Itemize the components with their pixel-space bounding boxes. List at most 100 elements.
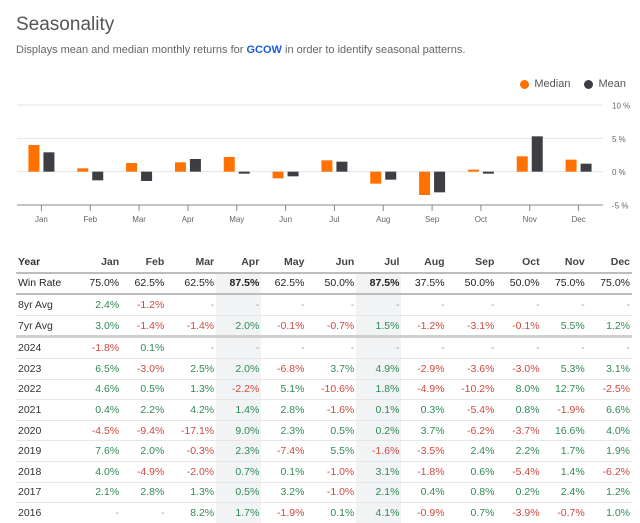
column-header-apr[interactable]: Apr: [216, 252, 262, 274]
cell-apr: -: [216, 336, 262, 359]
cell-jul: 4.1%: [356, 502, 402, 523]
seasonality-chart: 10 % 5 % 0 % -5 % Jan Feb Mar Apr May Jun Jul Aug Se…: [17, 102, 630, 224]
bar-median: [370, 171, 382, 184]
cell-oct: -3.9%: [512, 506, 540, 519]
cell-feb: -1.2%: [121, 294, 167, 316]
cell-feb: 2.8%: [121, 482, 167, 504]
column-header-jan[interactable]: Jan: [76, 252, 122, 274]
cell-dec: 1.2%: [586, 482, 632, 504]
cell-dec: 3.1%: [586, 358, 632, 380]
cell-dec: 75.0%: [586, 272, 632, 296]
cell-oct: -0.1%: [496, 315, 542, 339]
cell-may: 3.2%: [261, 482, 307, 504]
bar-mean: [238, 171, 250, 174]
column-header-mar[interactable]: Mar: [166, 252, 217, 274]
bar-median: [565, 159, 577, 172]
cell-jan: -1.8%: [76, 336, 122, 359]
cell-mar: -2.0%: [166, 461, 217, 483]
column-header-feb[interactable]: Feb: [121, 252, 167, 274]
cell-mar: 8.2%: [190, 506, 215, 519]
cell-sep: -: [446, 294, 497, 316]
cell-dec: 6.6%: [586, 399, 632, 421]
cell-mar: 4.2%: [166, 399, 217, 421]
cell-mar: -: [166, 336, 217, 359]
x-tick-label: Jun: [279, 215, 292, 224]
column-header-jul[interactable]: Jul: [356, 252, 402, 274]
cell-aug: -1.8%: [401, 461, 447, 483]
x-tick-label: Jan: [35, 215, 48, 224]
column-header-oct[interactable]: Oct: [496, 252, 542, 274]
cell-dec: -6.2%: [586, 461, 632, 483]
row-label: 2024: [16, 336, 76, 359]
cell-may: 0.1%: [261, 461, 307, 483]
cell-may: 2.8%: [261, 399, 307, 421]
cell-mar: -: [166, 294, 217, 316]
x-tick-label: Dec: [571, 215, 585, 224]
cell-sep: -6.2%: [446, 420, 497, 442]
cell-feb: -3.0%: [121, 358, 167, 380]
y-tick-label: 5 %: [612, 135, 626, 144]
column-header-nov[interactable]: Nov: [541, 252, 587, 274]
cell-feb: 0.1%: [121, 336, 167, 359]
cell-oct: 0.2%: [496, 482, 542, 504]
bar-median: [77, 168, 89, 172]
cell-mar: 1.3%: [166, 379, 217, 401]
cell-oct: -3.7%: [496, 420, 542, 442]
cell-aug: -: [401, 294, 447, 316]
cell-mar: -0.3%: [166, 440, 217, 462]
cell-jul: -: [356, 336, 402, 359]
cell-jun: -10.6%: [306, 379, 357, 401]
cell-sep: 2.4%: [446, 440, 497, 462]
cell-apr: 87.5%: [216, 272, 262, 296]
cell-oct: 50.0%: [496, 272, 542, 296]
y-tick-label: 0 %: [612, 168, 626, 177]
cell-jan: -4.5%: [76, 420, 122, 442]
cell-nov: 5.5%: [541, 315, 587, 339]
cell-dec: -: [586, 336, 632, 359]
average-row: 8yr Avg 2.4% -1.2% - - - - - - - - - -: [16, 294, 632, 316]
year-row: 2023 6.5% -3.0% 2.5% 2.0% -6.8% 3.7% 4.9% -2.9% -…: [16, 358, 632, 380]
cell-aug: 3.7%: [401, 420, 447, 442]
cell-oct: -3.0%: [496, 358, 542, 380]
page-title: Seasonality: [16, 14, 115, 35]
cell-may: 5.1%: [261, 379, 307, 401]
column-header-jun[interactable]: Jun: [306, 252, 357, 274]
cell-nov: 5.3%: [541, 358, 587, 380]
column-header-aug[interactable]: Aug: [401, 252, 447, 274]
cell-jan: 4.0%: [76, 461, 122, 483]
bar-median: [223, 157, 235, 172]
cell-nov: 1.7%: [541, 440, 587, 462]
year-row: 2022 4.6% 0.5% 1.3% -2.2% 5.1% -10.6% 1.8% -4.9%…: [16, 379, 632, 401]
cell-may: -: [261, 336, 307, 359]
cell-apr: 1.4%: [216, 399, 262, 421]
cell-apr: 0.7%: [216, 461, 262, 483]
cell-aug: 0.4%: [401, 482, 447, 504]
cell-sep: -3.6%: [446, 358, 497, 380]
seasonality-table: Year Jan Feb Mar Apr May Jun Jul Aug Sep Oct Nov Dec…: [16, 252, 632, 523]
bar-mean: [287, 171, 299, 177]
cell-jul: 87.5%: [356, 272, 402, 296]
bar-mean: [43, 152, 55, 172]
column-header-dec[interactable]: Dec: [586, 252, 632, 274]
average-row: 7yr Avg 3.0% -1.4% -1.4% 2.0% -0.1% -0.7% 1.5% -…: [16, 315, 632, 339]
bar-mean: [482, 171, 494, 174]
cell-aug: -4.9%: [401, 379, 447, 401]
cell-apr: -2.2%: [216, 379, 262, 401]
cell-mar: -1.4%: [166, 315, 217, 339]
legend-item-mean[interactable]: Mean: [584, 78, 626, 90]
cell-jul: -1.6%: [356, 440, 402, 462]
cell-aug: -3.5%: [401, 440, 447, 462]
column-header-sep[interactable]: Sep: [446, 252, 497, 274]
cell-jul: 0.1%: [356, 399, 402, 421]
column-header-year[interactable]: Year: [16, 252, 76, 274]
win-rate-row: Win Rate 75.0% 62.5% 62.5% 87.5% 62.5% 50.0% 87…: [16, 272, 632, 296]
ticker-link[interactable]: GCOW: [247, 44, 282, 56]
x-tick-label: May: [229, 215, 244, 224]
column-header-may[interactable]: May: [261, 252, 307, 274]
legend-item-median[interactable]: Median: [520, 78, 570, 90]
cell-jun: -1.0%: [306, 461, 357, 483]
cell-jan: 6.5%: [76, 358, 122, 380]
cell-dec: 4.0%: [586, 420, 632, 442]
cell-mar: 1.3%: [166, 482, 217, 504]
cell-nov: 1.4%: [541, 461, 587, 483]
